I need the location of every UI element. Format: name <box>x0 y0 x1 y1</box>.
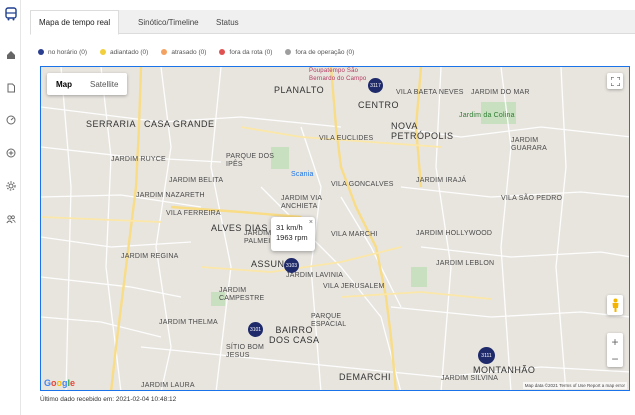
map-label-jardim-iraja: JARDIM IRAJÁ <box>416 177 467 184</box>
map-label-jardim-silvina: JARDIM SILVINA <box>441 375 499 382</box>
map-label-serraria: SERRARIA <box>86 119 137 129</box>
map-label-planalto: PLANALTO <box>274 85 325 95</box>
map-label-vila-ferreira: VILA FERREIRA <box>166 210 221 217</box>
map-label-vila-goncalves: VILA GONCALVES <box>331 181 394 188</box>
close-icon[interactable]: × <box>309 218 313 228</box>
map-roads <box>41 67 629 390</box>
map-label-scania: Scania <box>291 171 314 178</box>
map-label-jardim-da-colina: Jardim da Colina <box>459 112 515 119</box>
map-label-jardim-via-anchieta: JARDIM VIA ANCHIETA <box>281 195 323 210</box>
map-label-jardim-ruyce: JARDIM RUYCE <box>111 156 166 163</box>
map-label-parque-dos-ipes: PARQUE DOS IPÊS <box>226 153 275 168</box>
tab-mapa-tempo-real[interactable]: Mapa de tempo real <box>30 10 120 35</box>
pegman-icon <box>612 298 618 312</box>
vehicle-marker[interactable]: 3103 <box>284 258 299 273</box>
gauge-icon[interactable] <box>3 112 18 127</box>
map-label-parque-espacial: PARQUE ESPACIAL <box>311 313 347 328</box>
map-label-centro: CENTRO <box>358 100 399 110</box>
info-rpm: 1963 rpm <box>276 233 308 242</box>
map-label-vila-sao-pedro: VILA SÃO PEDRO <box>501 195 563 202</box>
gear-icon[interactable] <box>3 178 18 193</box>
fullscreen-icon <box>610 76 620 86</box>
last-data-received: Último dado recebido em: 2021-02-04 10:4… <box>40 396 177 403</box>
map-attribution[interactable]: Map data ©2021 Terms of Use Report a map… <box>522 382 627 389</box>
map-label-demarchi: DEMARCHI <box>339 372 392 382</box>
tab-sinotico-timeline[interactable]: Sinótico/Timeline <box>130 10 207 34</box>
map-label-montanhao: MONTANHÃO <box>473 365 536 375</box>
users-icon[interactable] <box>3 211 18 226</box>
legend-atrasado: atrasado (0) <box>161 49 206 56</box>
tab-status[interactable]: Status <box>208 10 247 34</box>
map-label-jardim-nazareth: JARDIM NAZARETH <box>136 192 205 199</box>
map-label-casa-grande: CASA GRANDE <box>144 119 215 129</box>
home-icon[interactable] <box>3 47 18 62</box>
vehicle-marker[interactable]: 3117 <box>368 78 383 93</box>
vehicle-marker[interactable]: 3111 <box>478 347 495 364</box>
map-label-vila-euclides: VILA EUCLIDES <box>319 135 374 142</box>
map-label-vila-baeta-neves: VILA BAETA NEVES <box>396 89 464 96</box>
map-label-jardim-guarara: JARDIM GUARARA <box>511 137 548 152</box>
map-label-jardim-laura: JARDIM LAURA <box>141 382 195 389</box>
map-label-sitio-bom-jesus: SÍTIO BOM JESUS <box>226 344 264 359</box>
zoom-out-button[interactable]: − <box>611 350 618 367</box>
document-icon[interactable] <box>3 80 18 95</box>
vehicle-marker[interactable]: 3101 <box>248 322 263 337</box>
map-type-control: Map Satellite <box>47 73 128 95</box>
map-label-vila-marchi: VILA MARCHI <box>331 231 378 238</box>
map-label-jardim-hollywood: JARDIM HOLLYWOOD <box>416 230 493 237</box>
fullscreen-button[interactable] <box>607 73 623 89</box>
map-label-poupatempo: Poupatempo São Bernardo do Campo <box>309 68 367 82</box>
map-type-satellite-button[interactable]: Satellite <box>81 73 127 95</box>
map-label-jardim-lavinia: JARDIM LAVINIA <box>286 272 344 279</box>
bus-icon[interactable] <box>3 6 18 21</box>
map-type-map-button[interactable]: Map <box>47 73 81 95</box>
legend-no-horario: no horário (0) <box>38 49 87 56</box>
map-label-nova-petropolis: NOVA PETRÓPOLIS <box>391 121 454 141</box>
map-label-vila-jerusalem: VILA JERUSALEM <box>323 283 385 290</box>
vehicle-info-window: 31 km/h 1963 rpm × <box>271 217 315 251</box>
map-label-jardim-thelma: JARDIM THELMA <box>159 319 218 326</box>
street-view-pegman-button[interactable] <box>607 295 623 315</box>
sidebar <box>0 0 21 415</box>
tab-bar: Mapa de tempo real Sinótico/Timeline Sta… <box>30 10 635 35</box>
map-label-jardim-belita: JARDIM BELITA <box>169 177 224 184</box>
legend-fora-da-rota: fora da rota (0) <box>219 49 272 56</box>
map-canvas[interactable]: SERRARIA CASA GRANDE PLANALTO CENTRO NOV… <box>40 66 630 391</box>
map-label-jardim-campestre: JARDIM CAMPESTRE <box>219 287 265 302</box>
map-label-jardim-do-mar: JARDIM DO MAR <box>471 89 530 96</box>
info-speed: 31 km/h <box>276 223 303 232</box>
legend-adiantado: adiantado (0) <box>100 49 148 56</box>
map-label-jardim-leblon: JARDIM LEBLON <box>436 260 495 267</box>
add-circle-icon[interactable] <box>3 145 18 160</box>
map-label-jardim-regina: JARDIM REGINA <box>121 253 179 260</box>
google-logo: Google <box>44 378 76 388</box>
zoom-in-button[interactable]: + <box>611 333 618 350</box>
zoom-control: + − <box>607 333 623 367</box>
legend-fora-de-operacao: fora de operação (0) <box>285 49 354 56</box>
status-legend: no horário (0) adiantado (0) atrasado (0… <box>38 47 367 57</box>
